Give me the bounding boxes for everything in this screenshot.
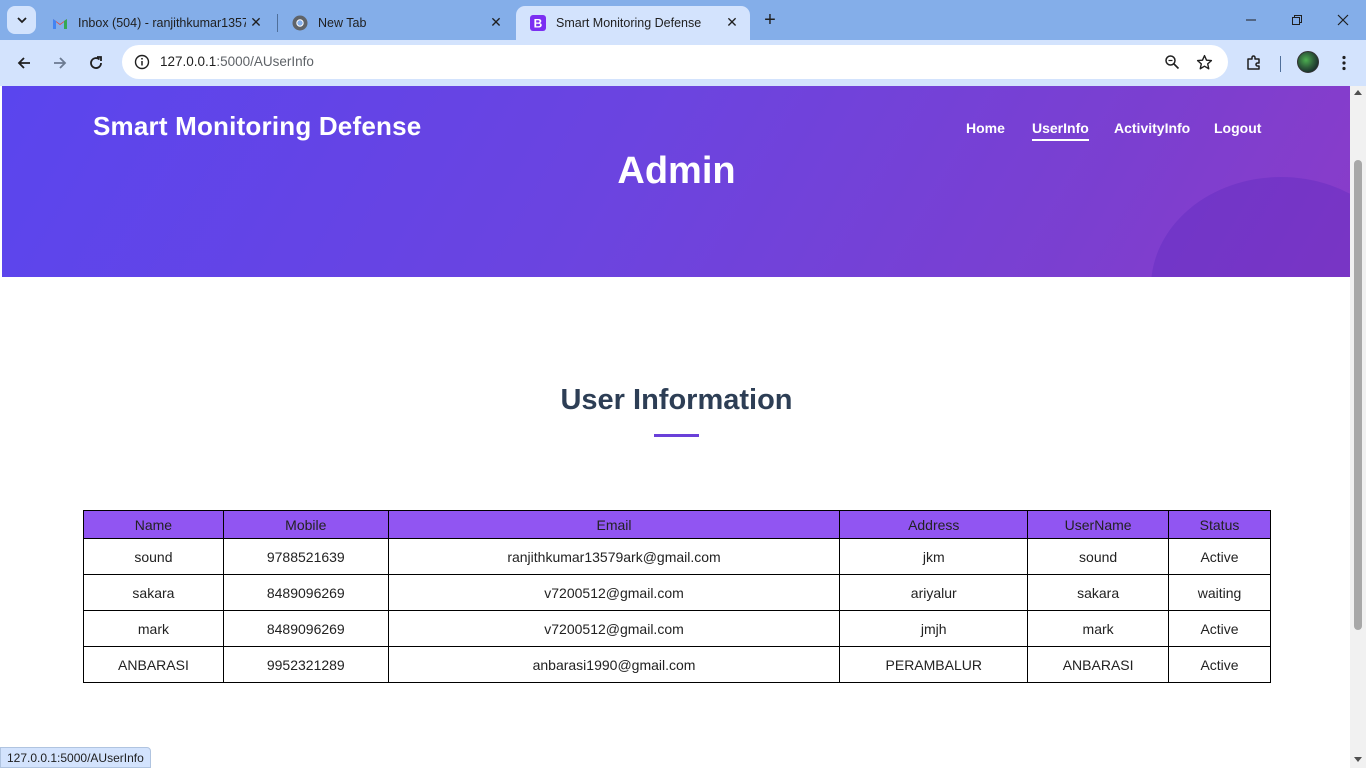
cell-address: jmjh xyxy=(839,610,1029,647)
close-tab-icon[interactable]: ✕ xyxy=(488,14,504,30)
vertical-scrollbar[interactable] xyxy=(1350,86,1366,768)
close-tab-icon[interactable]: ✕ xyxy=(248,14,264,30)
restore-button[interactable] xyxy=(1274,0,1320,40)
profile-avatar[interactable] xyxy=(1297,51,1319,73)
cell-status: Active xyxy=(1168,646,1271,683)
page-viewport: Smart Monitoring Defense Home UserInfo A… xyxy=(0,86,1350,768)
cell-name: ANBARASI xyxy=(83,646,224,683)
cell-mobile: 9788521639 xyxy=(222,538,389,575)
close-icon xyxy=(1337,14,1349,26)
cell-mobile: 8489096269 xyxy=(222,610,389,647)
cell-email: anbarasi1990@gmail.com xyxy=(387,646,841,683)
cell-status: waiting xyxy=(1168,574,1271,611)
tab-new-tab[interactable]: New Tab ✕ xyxy=(278,6,514,40)
page-title: Admin xyxy=(617,150,736,192)
zoom-icon[interactable] xyxy=(1162,52,1182,72)
cell-username: sound xyxy=(1027,538,1170,575)
chevron-down-icon xyxy=(16,17,27,24)
bootstrap-icon: B xyxy=(530,15,546,31)
scroll-up-arrow-icon[interactable] xyxy=(1354,90,1362,95)
tab-title: Inbox (504) - ranjithkumar13579 xyxy=(78,16,246,30)
tab-smart-monitoring[interactable]: B Smart Monitoring Defense ✕ xyxy=(516,6,750,40)
cell-email: v7200512@gmail.com xyxy=(387,610,841,647)
nav-home[interactable]: Home xyxy=(966,120,1005,136)
table-header-row: Name Mobile Email Address UserName Statu… xyxy=(83,510,1271,539)
site-info-icon[interactable] xyxy=(130,50,154,74)
cell-mobile: 8489096269 xyxy=(222,574,389,611)
menu-kebab-icon[interactable] xyxy=(1333,52,1355,74)
title-underline xyxy=(654,434,699,437)
table-row: sound 9788521639 ranjithkumar13579ark@gm… xyxy=(83,538,1271,575)
tab-strip: Inbox (504) - ranjithkumar13579 ✕ New Ta… xyxy=(0,0,1366,40)
table-row: mark 8489096269 v7200512@gmail.com jmjh … xyxy=(83,610,1271,647)
tab-gmail[interactable]: Inbox (504) - ranjithkumar13579 ✕ xyxy=(38,6,274,40)
address-bar[interactable]: 127.0.0.1:5000/AUserInfo xyxy=(122,45,1228,79)
column-header-mobile: Mobile xyxy=(222,510,389,539)
section-title: User Information xyxy=(560,384,793,416)
table-row: ANBARASI 9952321289 anbarasi1990@gmail.c… xyxy=(83,646,1271,683)
tab-title: New Tab xyxy=(318,16,367,30)
tab-title: Smart Monitoring Defense xyxy=(556,16,702,30)
forward-button[interactable] xyxy=(46,50,74,76)
column-header-address: Address xyxy=(839,510,1029,539)
cell-username: sakara xyxy=(1027,574,1170,611)
link-status-bar: 127.0.0.1:5000/AUserInfo xyxy=(0,747,151,768)
column-header-status: Status xyxy=(1168,510,1271,539)
cell-name: sakara xyxy=(83,574,224,611)
column-header-email: Email xyxy=(387,510,841,539)
reload-button[interactable] xyxy=(82,50,110,76)
new-tab-button[interactable]: + xyxy=(758,8,782,32)
toolbar-divider xyxy=(1280,56,1281,72)
cell-username: mark xyxy=(1027,610,1170,647)
cell-email: v7200512@gmail.com xyxy=(387,574,841,611)
back-arrow-icon xyxy=(17,57,30,69)
cell-name: sound xyxy=(83,538,224,575)
cell-status: Active xyxy=(1168,538,1271,575)
cell-mobile: 9952321289 xyxy=(222,646,389,683)
table-row: sakara 8489096269 v7200512@gmail.com ari… xyxy=(83,574,1271,611)
nav-userinfo[interactable]: UserInfo xyxy=(1032,120,1089,141)
hero-header: Smart Monitoring Defense Home UserInfo A… xyxy=(2,86,1350,277)
url-path: :5000/AUserInfo xyxy=(216,54,314,69)
svg-text:B: B xyxy=(534,17,543,31)
minimize-button[interactable] xyxy=(1228,0,1274,40)
column-header-name: Name xyxy=(83,510,224,539)
cell-status: Active xyxy=(1168,610,1271,647)
url-text[interactable]: 127.0.0.1:5000/AUserInfo xyxy=(160,54,314,69)
scrollbar-thumb[interactable] xyxy=(1354,160,1362,630)
cell-email: ranjithkumar13579ark@gmail.com xyxy=(387,538,841,575)
url-host: 127.0.0.1 xyxy=(160,54,217,69)
chrome-icon xyxy=(292,15,308,31)
cell-address: ariyalur xyxy=(839,574,1029,611)
nav-logout[interactable]: Logout xyxy=(1214,120,1261,136)
gmail-icon xyxy=(52,15,68,31)
bookmark-star-icon[interactable] xyxy=(1194,52,1214,72)
tab-search-button[interactable] xyxy=(7,6,36,34)
restore-icon xyxy=(1292,15,1302,25)
extensions-icon[interactable] xyxy=(1243,52,1265,74)
reload-icon xyxy=(90,56,102,69)
minimize-icon xyxy=(1246,19,1256,21)
cell-name: mark xyxy=(83,610,224,647)
user-table: Name Mobile Email Address UserName Statu… xyxy=(83,510,1271,683)
column-header-username: UserName xyxy=(1027,510,1170,539)
back-button[interactable] xyxy=(10,50,38,76)
cell-username: ANBARASI xyxy=(1027,646,1170,683)
cell-address: PERAMBALUR xyxy=(839,646,1029,683)
scroll-down-arrow-icon[interactable] xyxy=(1354,757,1362,762)
close-tab-icon[interactable]: ✕ xyxy=(724,14,740,30)
close-window-button[interactable] xyxy=(1320,0,1366,40)
browser-toolbar: 127.0.0.1:5000/AUserInfo xyxy=(0,40,1366,86)
forward-arrow-icon xyxy=(54,57,67,69)
cell-address: jkm xyxy=(839,538,1029,575)
nav-activityinfo[interactable]: ActivityInfo xyxy=(1114,120,1190,136)
brand-logo-text[interactable]: Smart Monitoring Defense xyxy=(93,111,421,142)
